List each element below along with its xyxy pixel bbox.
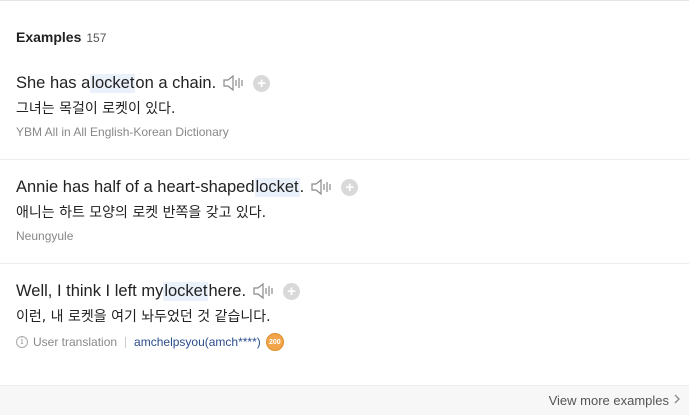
examples-header: Examples 157 [16,29,106,45]
examples-count: 157 [86,31,107,45]
example-english-text: . [299,177,305,196]
examples-panel: Examples 157 She has a locket on a chain… [0,0,689,415]
examples-footer: View more examples [0,385,689,415]
source-name: Neungyule [16,229,74,243]
add-to-wordbook-plus-icon[interactable]: + [341,178,359,196]
example-item: Annie has half of a heart-shaped locket … [0,175,689,264]
example-english: Annie has half of a heart-shaped locket … [16,175,689,199]
speaker-icon[interactable] [252,281,276,301]
example-source: i User translation amchelpsyou(amch****)… [16,333,689,351]
example-korean: 애니는 하트 모양의 로켓 반쪽을 갖고 있다. [16,205,267,221]
example-source: YBM All in All English-Korean Dictionary [16,125,689,139]
example-english: Well, I think I left my locket here. + [16,279,689,303]
examples-title: Examples [16,29,82,45]
add-to-wordbook-plus-icon[interactable]: + [283,282,301,300]
example-english-text: on a chain. [135,73,217,92]
speaker-icon[interactable] [310,177,334,197]
example-korean: 그녀는 목걸이 로켓이 있다. [16,101,176,117]
example-item: Well, I think I left my locket here. + 이… [0,279,689,369]
example-korean: 이런, 내 로켓을 여기 놔두었던 것 같습니다. [16,309,271,325]
example-english-text: Annie has half of a heart-shaped [16,177,255,196]
view-more-examples-link[interactable]: View more examples [549,393,681,408]
speaker-icon[interactable] [222,73,246,93]
user-level-badge: 200 [265,333,284,351]
highlighted-word[interactable]: locket [163,281,209,301]
user-translation-label: User translation [33,335,118,349]
example-english-text: Well, I think I left my [16,281,164,300]
example-source: Neungyule [16,229,689,243]
example-item: She has a locket on a chain. + 그녀는 목걸이 로… [0,71,689,160]
example-english-text: here. [208,281,247,300]
add-to-wordbook-plus-icon[interactable]: + [253,74,271,92]
source-name: YBM All in All English-Korean Dictionary [16,125,229,139]
example-english: She has a locket on a chain. + [16,71,689,95]
chevron-right-icon [673,393,681,408]
example-english-text: She has a [16,73,91,92]
highlighted-word[interactable]: locket [90,73,136,93]
user-link[interactable]: amchelpsyou(amch****) [134,335,261,349]
info-icon[interactable]: i [16,336,28,348]
view-more-label: View more examples [548,393,669,408]
highlighted-word[interactable]: locket [254,177,300,197]
divider [125,336,127,348]
